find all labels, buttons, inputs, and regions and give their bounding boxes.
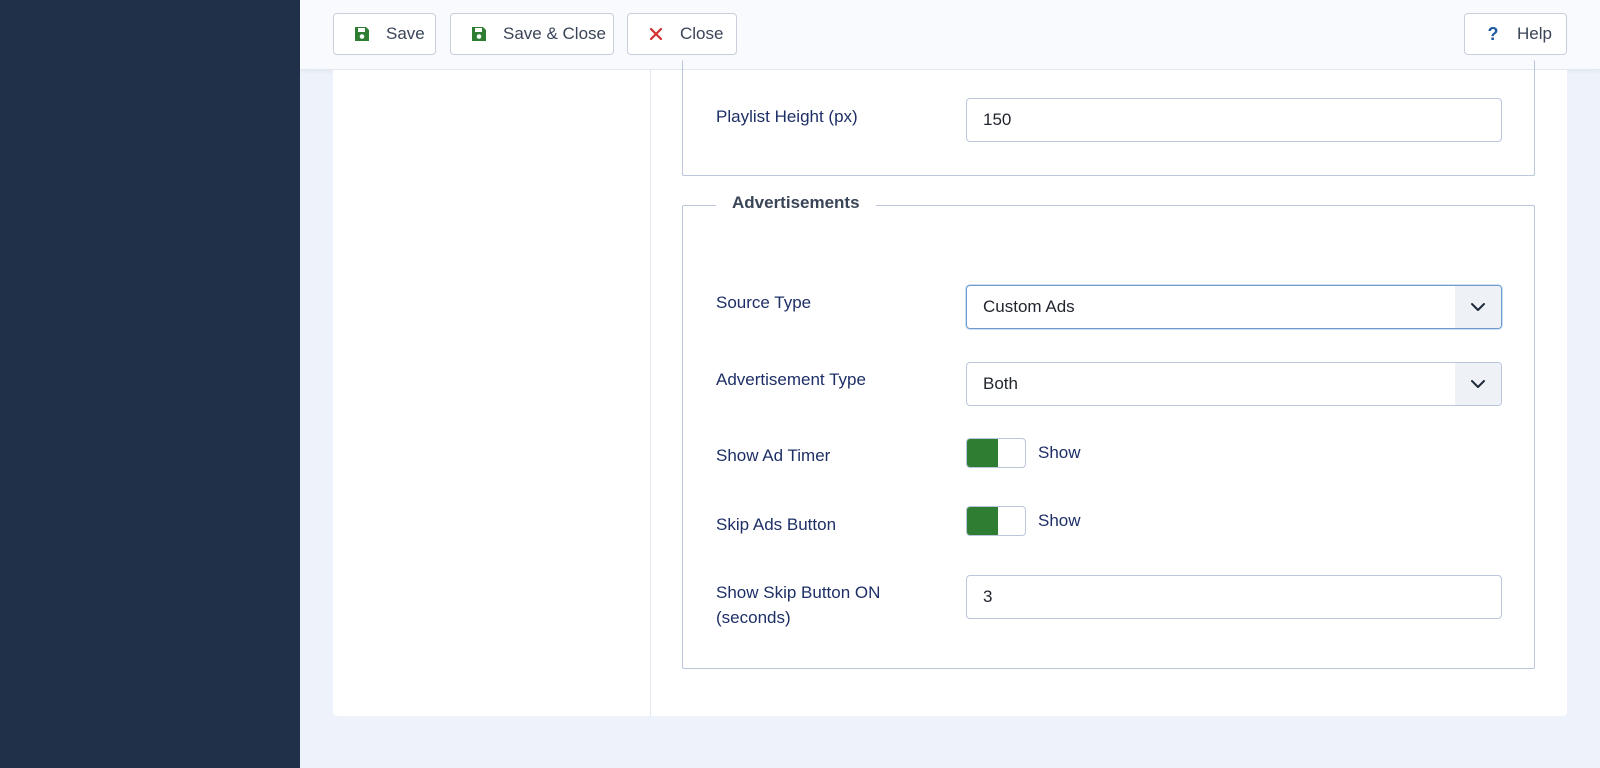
show-ad-timer-label: Show Ad Timer (716, 446, 831, 465)
help-icon: ? (1487, 23, 1499, 44)
skip-button-on-label-line1: Show Skip Button ON (716, 583, 881, 602)
save-and-close-button-label: Save & Close (503, 24, 606, 43)
toggle-on-indicator (967, 507, 998, 535)
skip-button-on-label: Show Skip Button ON (seconds) (716, 580, 880, 630)
source-type-select[interactable]: Custom Ads (966, 285, 1502, 329)
toggle-on-indicator (967, 439, 998, 467)
advertisement-type-select[interactable]: Both (966, 362, 1502, 406)
source-type-label: Source Type (716, 293, 812, 312)
close-icon (646, 24, 666, 44)
skip-ads-button-label: Skip Ads Button (716, 515, 837, 534)
column-divider (650, 70, 651, 716)
show-ad-timer-state: Show (1038, 443, 1081, 462)
skip-ads-button-toggle[interactable] (966, 506, 1026, 536)
advertisements-legend: Advertisements (716, 193, 876, 213)
show-ad-timer-toggle[interactable] (966, 438, 1026, 468)
source-type-value: Custom Ads (983, 297, 1075, 316)
sidebar (0, 0, 300, 768)
playlist-height-input[interactable]: 150 (966, 98, 1502, 142)
advertisement-type-label: Advertisement Type (716, 370, 866, 389)
chevron-down-icon (1455, 363, 1501, 405)
save-button-label: Save (386, 24, 425, 43)
save-button[interactable]: Save (333, 13, 436, 55)
advertisement-type-value: Both (983, 374, 1018, 393)
skip-ads-button-state: Show (1038, 511, 1081, 530)
help-button-label: Help (1517, 24, 1552, 43)
chevron-down-icon (1455, 286, 1501, 328)
save-icon (469, 24, 489, 44)
save-and-close-button[interactable]: Save & Close (450, 13, 614, 55)
skip-button-on-label-line2: (seconds) (716, 608, 791, 627)
save-icon (352, 24, 372, 44)
help-button[interactable]: ? Help (1464, 13, 1567, 55)
playlist-height-label: Playlist Height (px) (716, 107, 858, 126)
close-button[interactable]: Close (627, 13, 737, 55)
close-button-label: Close (680, 24, 724, 43)
skip-button-seconds-input[interactable]: 3 (966, 575, 1502, 619)
